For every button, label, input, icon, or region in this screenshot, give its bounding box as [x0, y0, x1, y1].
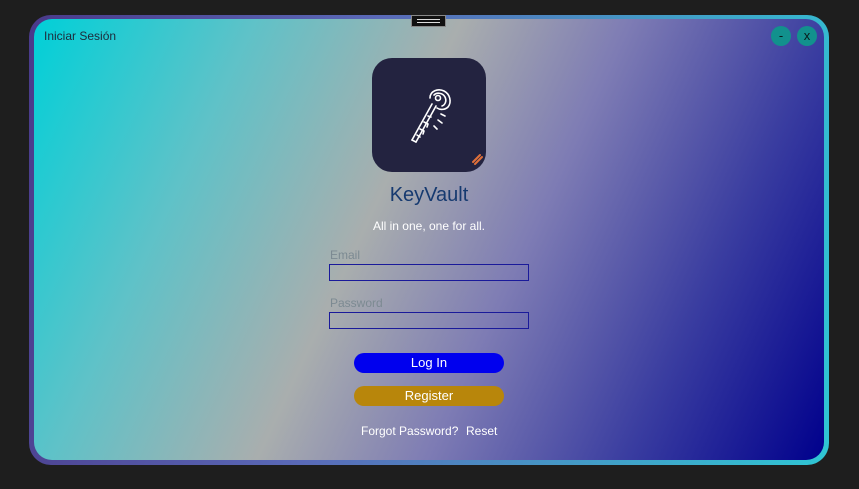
login-button[interactable]: Log In	[354, 353, 504, 373]
register-button[interactable]: Register	[354, 386, 504, 406]
app-tagline: All in one, one for all.	[372, 219, 486, 233]
password-field[interactable]	[329, 312, 529, 329]
login-window: Iniciar Sesión - x KeyVault All in one, …	[34, 19, 824, 460]
app-name: KeyVault	[389, 184, 469, 206]
close-button[interactable]: x	[797, 26, 817, 46]
app-logo	[372, 58, 486, 172]
key-icon	[411, 89, 483, 165]
email-label: Email	[330, 248, 361, 262]
password-label: Password	[330, 296, 383, 310]
window-title: Iniciar Sesión	[44, 29, 117, 43]
minimize-button[interactable]: -	[771, 26, 791, 46]
window-drag-handle[interactable]	[411, 15, 446, 27]
reset-link[interactable]: Reset	[466, 424, 497, 438]
forgot-password-link[interactable]: Forgot Password?	[361, 424, 458, 438]
email-field[interactable]	[329, 264, 529, 281]
